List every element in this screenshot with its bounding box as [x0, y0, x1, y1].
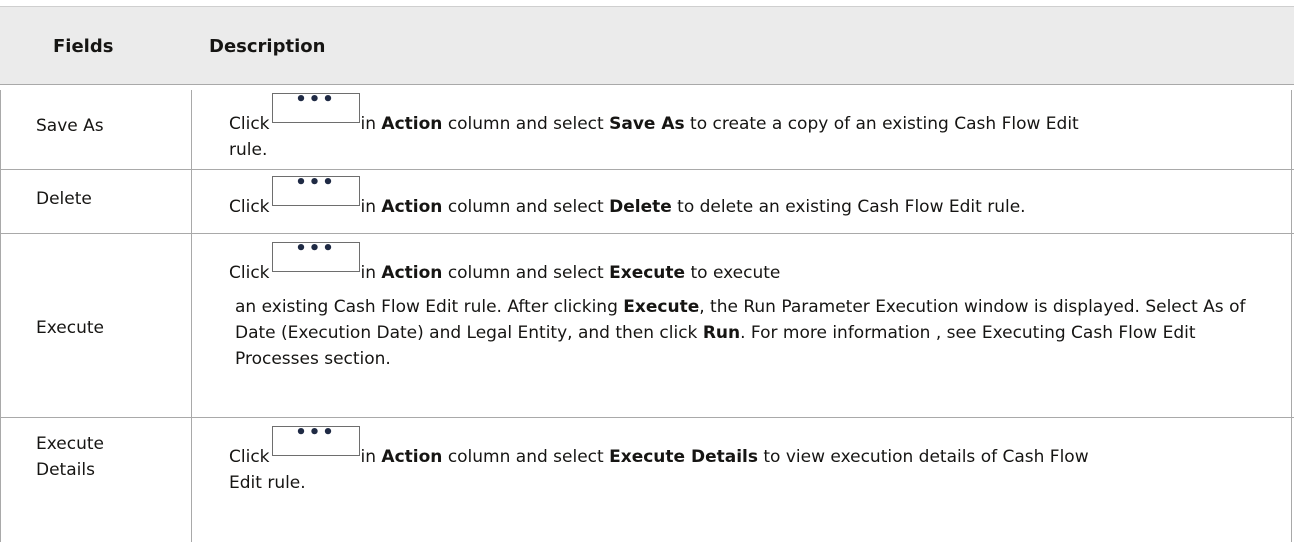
description-line2: Edit rule. — [229, 473, 306, 493]
field-name: Execute — [36, 318, 104, 338]
header-description: Description — [209, 36, 326, 57]
column-divider — [191, 90, 192, 542]
table-row: Execute Click ••• in Action column and sel… — [0, 233, 1294, 417]
more-actions-icon: ••• — [271, 240, 360, 272]
column-select-text: column and select — [447, 197, 604, 217]
description-rest: to create a copy of an existing Cash Flo… — [690, 114, 1079, 134]
field-name: Save As — [36, 116, 104, 136]
field-description: Click ••• in Action column and select Exec… — [229, 240, 1284, 372]
column-select-text: column and select — [447, 447, 604, 467]
field-description: Click ••• in Action column and select Dele… — [229, 174, 1284, 220]
option-name: Execute — [609, 263, 686, 283]
field-name: Execute Details — [36, 431, 166, 483]
execute-paragraph: an existing Cash Flow Edit rule. After c… — [229, 294, 1255, 372]
click-text: Click — [229, 114, 270, 134]
table-header: Fields Description — [0, 6, 1294, 84]
action-word: Action — [381, 447, 443, 467]
more-actions-icon: ••• — [271, 174, 360, 206]
more-actions-icon: ••• — [271, 424, 360, 456]
description-rest: to view execution details of Cash Flow — [763, 447, 1089, 467]
in-text: in — [360, 197, 377, 217]
table-left-border — [0, 90, 1, 542]
action-word: Action — [381, 114, 443, 134]
field-name-line2: Details — [36, 460, 95, 480]
field-description: Click ••• in Action column and select Exec… — [229, 424, 1284, 496]
bold-execute: Execute — [623, 297, 700, 317]
field-name-line1: Execute — [36, 434, 104, 454]
field-description: Click ••• in Action column and select Save… — [229, 91, 1284, 163]
table-row: Execute Details Click ••• in Action column… — [0, 417, 1294, 542]
click-text: Click — [229, 263, 270, 283]
column-select-text: column and select — [447, 263, 604, 283]
table-row: Delete Click ••• in Action column and sele… — [0, 169, 1294, 233]
fields-description-table: Fields Description Save As Click ••• in Ac… — [0, 6, 1294, 542]
description-rest: to execute — [690, 263, 781, 283]
in-text: in — [360, 114, 377, 134]
option-name: Delete — [609, 197, 672, 217]
table-right-border — [1291, 90, 1292, 542]
column-select-text: column and select — [447, 114, 604, 134]
description-line2: rule. — [229, 140, 268, 160]
option-name: Save As — [609, 114, 685, 134]
bold-run: Run — [702, 323, 741, 343]
header-fields: Fields — [53, 36, 114, 57]
click-text: Click — [229, 447, 270, 467]
in-text: in — [360, 263, 377, 283]
action-word: Action — [381, 263, 443, 283]
in-text: in — [360, 447, 377, 467]
table-row: Save As Click ••• in Action column and sel… — [0, 84, 1294, 169]
action-word: Action — [381, 197, 443, 217]
field-name: Delete — [36, 189, 92, 209]
description-rest: to delete an existing Cash Flow Edit rul… — [677, 197, 1026, 217]
click-text: Click — [229, 197, 270, 217]
option-name: Execute Details — [609, 447, 758, 467]
paragraph-text: an existing Cash Flow Edit rule. After c… — [235, 297, 618, 317]
more-actions-icon: ••• — [271, 91, 360, 123]
